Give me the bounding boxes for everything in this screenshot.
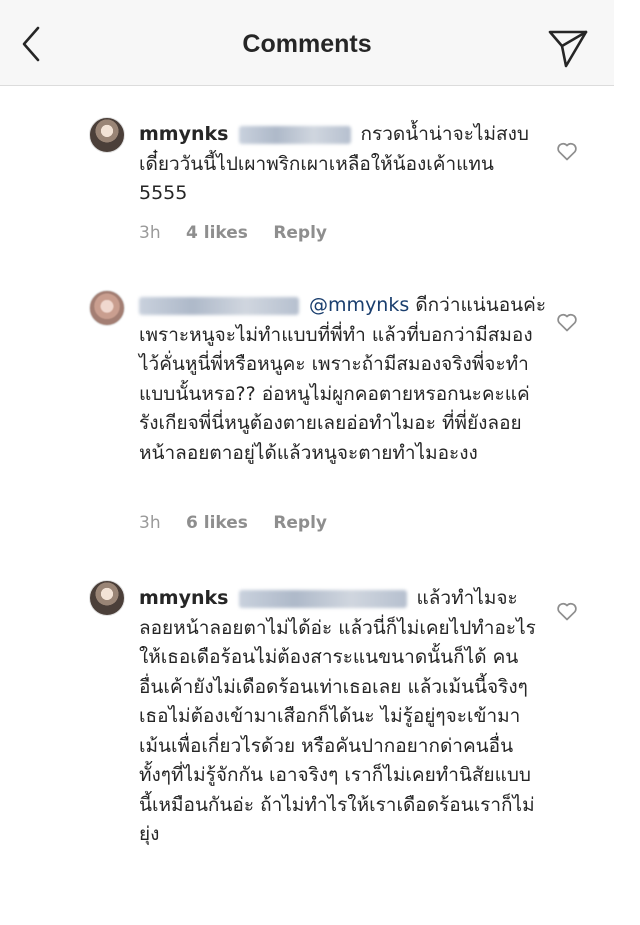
comment-username[interactable]: mmynks bbox=[139, 123, 228, 145]
comment-mention[interactable]: @mmynks bbox=[309, 294, 409, 316]
avatar[interactable] bbox=[89, 290, 125, 326]
comment-likes[interactable]: 4 likes bbox=[186, 223, 248, 243]
comment-meta: 3h 6 likes Reply bbox=[139, 513, 347, 533]
reply-button[interactable]: Reply bbox=[273, 223, 327, 243]
heart-icon[interactable] bbox=[555, 310, 579, 334]
comment-text: mmynks แล้วทำไมจะลอยหน้าลอยตาไม่ได้อ่ะ แ… bbox=[139, 584, 539, 850]
blurred-username bbox=[238, 125, 351, 144]
comment-likes[interactable]: 6 likes bbox=[186, 513, 248, 533]
comment-text: @mmynks ดีกว่าแน่นอนค่ะเพราะหนูจะไม่ทำแบ… bbox=[139, 291, 549, 468]
avatar[interactable] bbox=[89, 580, 125, 616]
comment-text: mmynks กรวดน้ำน่าจะไม่สงบ เดี๋ยววันนี้ไป… bbox=[139, 120, 539, 209]
page-title: Comments bbox=[242, 30, 372, 58]
comment-time: 3h bbox=[139, 513, 161, 533]
comment-meta: 3h 4 likes Reply bbox=[139, 223, 347, 243]
blurred-username bbox=[238, 589, 407, 608]
comment-body: ดีกว่าแน่นอนค่ะเพราะหนูจะไม่ทำแบบที่พี่ท… bbox=[139, 294, 547, 464]
heart-icon[interactable] bbox=[555, 599, 579, 623]
heart-icon[interactable] bbox=[555, 139, 579, 163]
avatar[interactable] bbox=[89, 117, 125, 153]
blurred-username bbox=[139, 296, 299, 315]
comment-time: 3h bbox=[139, 223, 161, 243]
comment-body: แล้วทำไมจะลอยหน้าลอยตาไม่ได้อ่ะ แล้วนี่ก… bbox=[139, 587, 536, 845]
reply-button[interactable]: Reply bbox=[273, 513, 327, 533]
share-button[interactable] bbox=[544, 26, 592, 70]
right-edge bbox=[614, 0, 640, 925]
comment-username[interactable]: mmynks bbox=[139, 587, 228, 609]
paper-plane-icon bbox=[548, 30, 588, 68]
comments-header: Comments bbox=[0, 0, 614, 86]
